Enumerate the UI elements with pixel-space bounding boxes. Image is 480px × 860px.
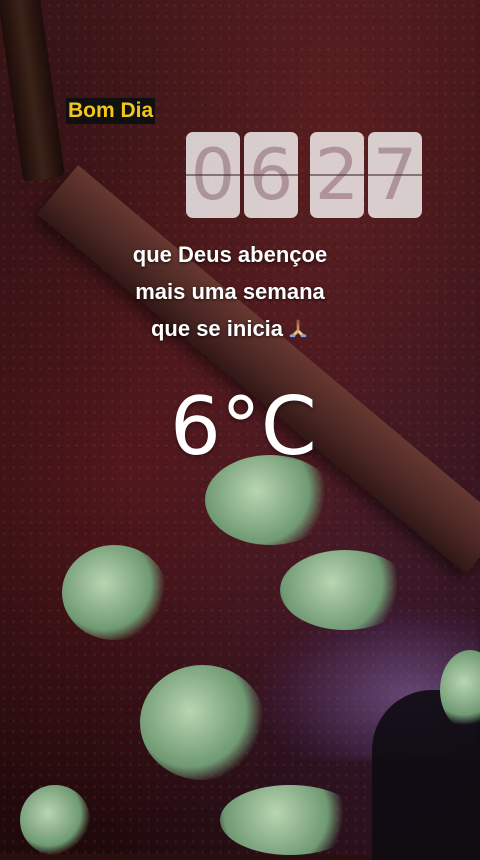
clock-minutes: 2 7 (310, 132, 422, 218)
temperature-sticker[interactable]: 6°C (170, 382, 317, 472)
message-line: que Deus abençoe (132, 242, 328, 267)
lettuce-plant (220, 785, 360, 855)
praying-hands-icon (287, 313, 309, 338)
message-line: mais uma semana (135, 279, 325, 304)
clock-digit: 6 (244, 132, 298, 218)
flip-clock-sticker[interactable]: 0 6 2 7 (186, 132, 422, 218)
clock-digit: 7 (368, 132, 422, 218)
lettuce-plant (20, 785, 90, 855)
message-line-last: que se inicia (60, 310, 400, 347)
clock-digit: 2 (310, 132, 364, 218)
lettuce-plant (62, 545, 167, 640)
message-text[interactable]: que Deus abençoe mais uma semana que se … (60, 236, 400, 347)
lettuce-plant (280, 550, 410, 630)
clock-hours: 0 6 (186, 132, 298, 218)
clock-digit: 0 (186, 132, 240, 218)
lettuce-plant (140, 665, 265, 780)
greeting-sticker[interactable]: Bom Dia (66, 98, 156, 124)
message-line: que se inicia (150, 316, 284, 341)
